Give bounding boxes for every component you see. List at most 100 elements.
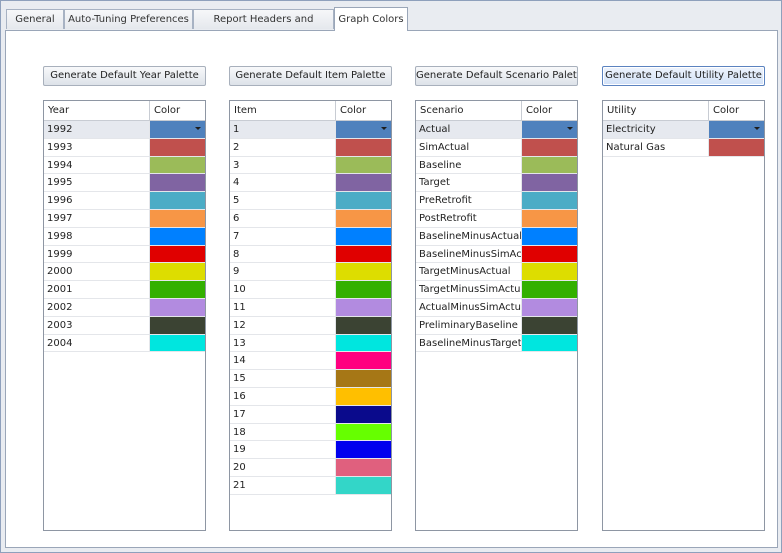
dropdown-arrow-icon[interactable] (567, 127, 573, 130)
table-row[interactable]: 1994 (44, 156, 205, 175)
column-header-year[interactable]: Year (44, 101, 150, 120)
table-row[interactable]: 1992 (44, 121, 205, 139)
color-swatch[interactable] (522, 334, 577, 352)
color-swatch[interactable] (336, 281, 391, 298)
tab-general[interactable]: General (6, 9, 64, 29)
color-swatch[interactable] (336, 405, 391, 423)
dropdown-arrow-icon[interactable] (381, 127, 387, 130)
table-row[interactable]: 6 (230, 209, 391, 228)
table-row[interactable]: PostRetrofit (416, 209, 577, 228)
tab-auto-tuning-preferences[interactable]: Auto-Tuning Preferences (64, 9, 193, 29)
color-swatch[interactable] (522, 227, 577, 245)
table-row[interactable]: 3 (230, 156, 391, 175)
color-swatch[interactable] (150, 263, 205, 281)
color-swatch[interactable] (336, 298, 391, 316)
table-row[interactable]: 17 (230, 405, 391, 424)
color-swatch[interactable] (522, 281, 577, 298)
color-swatch[interactable] (522, 192, 577, 209)
table-row[interactable]: 2004 (44, 334, 205, 353)
table-row[interactable]: BaselineMinusTarget (416, 334, 577, 353)
table-row[interactable]: 2 (230, 138, 391, 157)
color-swatch[interactable] (150, 121, 205, 138)
table-row[interactable]: 9 (230, 263, 391, 282)
color-swatch[interactable] (709, 138, 764, 156)
tab-graph-colors[interactable]: Graph Colors (334, 7, 408, 31)
color-swatch[interactable] (336, 334, 391, 352)
table-row[interactable]: Target (416, 174, 577, 193)
generate-scenario-palette-button[interactable]: Generate Default Scenario Palette (415, 66, 578, 86)
color-swatch[interactable] (150, 281, 205, 298)
color-swatch[interactable] (150, 316, 205, 334)
table-row[interactable]: 1995 (44, 174, 205, 193)
color-swatch[interactable] (336, 227, 391, 245)
column-header-color[interactable]: Color (336, 101, 391, 120)
table-row[interactable]: 2003 (44, 316, 205, 335)
table-row[interactable]: 2000 (44, 263, 205, 282)
table-row[interactable]: 10 (230, 281, 391, 299)
color-swatch[interactable] (522, 156, 577, 174)
table-row[interactable]: 1998 (44, 227, 205, 246)
scenario-color-grid[interactable]: Scenario Color Actual SimActual Baseline Ta… (415, 100, 578, 531)
table-row[interactable]: Actual (416, 121, 577, 139)
table-row[interactable]: TargetMinusActual (416, 263, 577, 282)
table-row[interactable]: 2002 (44, 298, 205, 317)
table-row[interactable]: Natural Gas (603, 138, 764, 157)
dropdown-arrow-icon[interactable] (195, 127, 201, 130)
table-row[interactable]: 12 (230, 316, 391, 335)
color-swatch[interactable] (150, 138, 205, 156)
color-swatch[interactable] (150, 227, 205, 245)
table-row[interactable]: PreRetrofit (416, 192, 577, 210)
color-swatch[interactable] (522, 209, 577, 227)
table-row[interactable]: Electricity (603, 121, 764, 139)
color-swatch[interactable] (150, 209, 205, 227)
table-row[interactable]: 21 (230, 476, 391, 495)
color-swatch[interactable] (150, 174, 205, 192)
color-swatch[interactable] (336, 156, 391, 174)
color-swatch[interactable] (336, 423, 391, 441)
utility-color-grid[interactable]: Utility Color Electricity Natural Gas (602, 100, 765, 531)
generate-year-palette-button[interactable]: Generate Default Year Palette (43, 66, 206, 86)
color-swatch[interactable] (336, 174, 391, 192)
color-swatch[interactable] (336, 138, 391, 156)
table-row[interactable]: 20 (230, 459, 391, 477)
table-row[interactable]: 18 (230, 423, 391, 442)
generate-item-palette-button[interactable]: Generate Default Item Palette (229, 66, 392, 86)
table-row[interactable]: 14 (230, 352, 391, 371)
color-swatch[interactable] (150, 298, 205, 316)
color-swatch[interactable] (150, 156, 205, 174)
table-row[interactable]: 1999 (44, 245, 205, 264)
generate-utility-palette-button[interactable]: Generate Default Utility Palette (602, 66, 765, 86)
color-swatch[interactable] (336, 263, 391, 281)
color-swatch[interactable] (336, 370, 391, 387)
color-swatch[interactable] (709, 121, 764, 138)
color-swatch[interactable] (336, 316, 391, 334)
table-row[interactable]: 2001 (44, 281, 205, 299)
table-row[interactable]: 7 (230, 227, 391, 246)
color-swatch[interactable] (336, 441, 391, 459)
column-header-scenario[interactable]: Scenario (416, 101, 522, 120)
item-color-grid[interactable]: Item Color 1 2 3 4 5 6 7 8 9 10 11 12 13 14 15 16 17 18 19… (229, 100, 392, 531)
color-swatch[interactable] (522, 174, 577, 192)
color-swatch[interactable] (522, 138, 577, 156)
color-swatch[interactable] (336, 245, 391, 263)
table-row[interactable]: 19 (230, 441, 391, 460)
column-header-color[interactable]: Color (709, 101, 764, 120)
table-row[interactable]: BaselineMinusActual (416, 227, 577, 246)
color-swatch[interactable] (150, 334, 205, 352)
column-header-utility[interactable]: Utility (603, 101, 709, 120)
table-row[interactable]: 1996 (44, 192, 205, 210)
color-swatch[interactable] (522, 316, 577, 334)
table-row[interactable]: 1993 (44, 138, 205, 157)
column-header-color[interactable]: Color (522, 101, 577, 120)
color-swatch[interactable] (522, 298, 577, 316)
table-row[interactable]: SimActual (416, 138, 577, 157)
color-swatch[interactable] (522, 121, 577, 138)
column-header-color[interactable]: Color (150, 101, 205, 120)
color-swatch[interactable] (336, 209, 391, 227)
tab-report-headers-and-footers[interactable]: Report Headers and Footers (193, 9, 334, 45)
column-header-item[interactable]: Item (230, 101, 336, 120)
table-row[interactable]: 13 (230, 334, 391, 353)
color-swatch[interactable] (336, 121, 391, 138)
table-row[interactable]: ActualMinusSimActual (416, 298, 577, 317)
table-row[interactable]: PreliminaryBaseline (416, 316, 577, 335)
